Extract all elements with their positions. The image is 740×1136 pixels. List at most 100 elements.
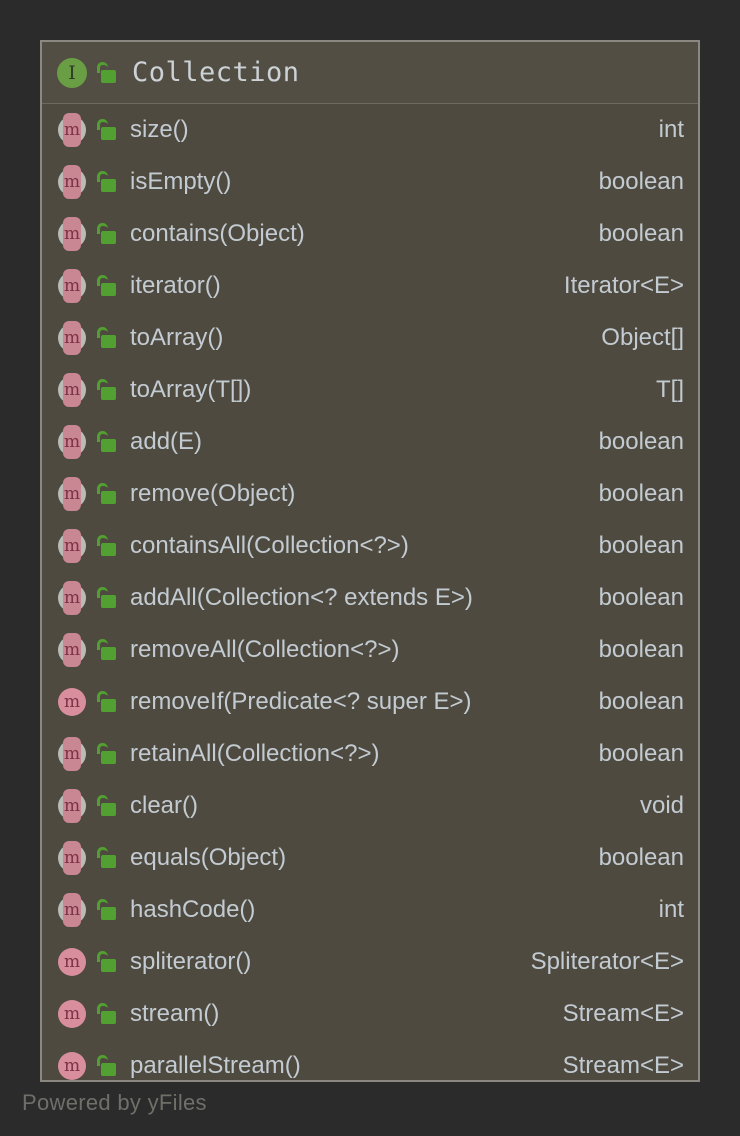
member-return-type: boolean <box>598 636 684 663</box>
padlock-body <box>101 751 116 764</box>
method-icon-letter: m <box>63 1004 81 1024</box>
unlocked-padlock-icon <box>94 323 120 353</box>
abstract-method-icon: m <box>54 268 90 304</box>
padlock-body <box>101 1011 116 1024</box>
member-row[interactable]: m toArray(T[]) T[] <box>42 364 698 416</box>
method-icon-letter: m <box>63 1056 81 1076</box>
padlock-body <box>101 907 116 920</box>
method-icon-letter: m <box>63 640 81 660</box>
padlock-body <box>101 855 116 868</box>
member-return-type: Stream<E> <box>562 1000 684 1027</box>
abstract-method-icon: m <box>54 892 90 928</box>
member-row[interactable]: m equals(Object) boolean <box>42 832 698 884</box>
class-name: Collection <box>132 57 300 88</box>
member-row[interactable]: m contains(Object) boolean <box>42 208 698 260</box>
member-return-type: boolean <box>598 428 684 455</box>
abstract-method-icon: m <box>54 736 90 772</box>
member-row[interactable]: m retainAll(Collection<?>) boolean <box>42 728 698 780</box>
member-row[interactable]: m stream() Stream<E> <box>42 988 698 1040</box>
member-row[interactable]: m removeAll(Collection<?>) boolean <box>42 624 698 676</box>
member-list: m size() int m isEmpty() boolean m contains(Obj… <box>42 104 698 1092</box>
member-signature: containsAll(Collection<?>) <box>130 532 409 559</box>
member-signature: toArray() <box>130 324 224 351</box>
method-icon-letter: m <box>63 328 81 348</box>
method-icon-letter: m <box>63 744 81 764</box>
abstract-method-icon: m <box>54 112 90 148</box>
uml-class-node[interactable]: I Collection m size() int m isEmpty() boolean… <box>40 40 700 1082</box>
member-row[interactable]: m parallelStream() Stream<E> <box>42 1040 698 1092</box>
unlocked-padlock-icon <box>94 583 120 613</box>
member-row[interactable]: m size() int <box>42 104 698 156</box>
method-icon: m <box>54 684 90 720</box>
abstract-method-icon: m <box>54 580 90 616</box>
padlock-body <box>101 439 116 452</box>
unlocked-padlock-icon <box>94 687 120 717</box>
member-signature: clear() <box>130 792 199 819</box>
member-signature: removeAll(Collection<?>) <box>130 636 400 663</box>
member-signature: isEmpty() <box>130 168 232 195</box>
member-return-type: T[] <box>656 376 684 403</box>
padlock-body <box>101 283 116 296</box>
member-row[interactable]: m toArray() Object[] <box>42 312 698 364</box>
unlocked-padlock-icon <box>94 947 120 977</box>
padlock-body <box>101 699 116 712</box>
member-return-type: Stream<E> <box>562 1052 684 1079</box>
member-signature: removeIf(Predicate<? super E>) <box>130 688 472 715</box>
abstract-method-icon: m <box>54 372 90 408</box>
member-row[interactable]: m clear() void <box>42 780 698 832</box>
padlock-body <box>101 543 116 556</box>
member-row[interactable]: m spliterator() Spliterator<E> <box>42 936 698 988</box>
padlock-body <box>101 179 116 192</box>
method-icon-letter: m <box>63 796 81 816</box>
member-signature: iterator() <box>130 272 221 299</box>
unlocked-padlock-icon <box>94 843 120 873</box>
member-signature: contains(Object) <box>130 220 305 247</box>
member-return-type: boolean <box>598 168 684 195</box>
padlock-body <box>101 231 116 244</box>
member-row[interactable]: m add(E) boolean <box>42 416 698 468</box>
member-row[interactable]: m addAll(Collection<? extends E>) boolean <box>42 572 698 624</box>
method-icon-letter: m <box>63 952 81 972</box>
method-icon-letter: m <box>63 588 81 608</box>
abstract-method-icon: m <box>54 528 90 564</box>
member-return-type: boolean <box>598 480 684 507</box>
method-icon-letter: m <box>63 536 81 556</box>
padlock-body <box>101 69 116 83</box>
member-row[interactable]: m hashCode() int <box>42 884 698 936</box>
member-row[interactable]: m remove(Object) boolean <box>42 468 698 520</box>
member-signature: stream() <box>130 1000 220 1027</box>
member-row[interactable]: m isEmpty() boolean <box>42 156 698 208</box>
unlocked-padlock-icon <box>94 219 120 249</box>
abstract-method-icon: m <box>54 164 90 200</box>
member-return-type: boolean <box>598 688 684 715</box>
unlocked-padlock-icon <box>94 115 120 145</box>
unlocked-padlock-icon <box>94 1051 120 1081</box>
method-icon-letter: m <box>63 848 81 868</box>
padlock-body <box>101 959 116 972</box>
member-return-type: Object[] <box>601 324 684 351</box>
unlocked-padlock-icon <box>94 791 120 821</box>
member-row[interactable]: m removeIf(Predicate<? super E>) boolean <box>42 676 698 728</box>
abstract-method-icon: m <box>54 424 90 460</box>
member-signature: size() <box>130 116 189 143</box>
method-icon-letter: m <box>63 900 81 920</box>
member-return-type: boolean <box>598 532 684 559</box>
abstract-method-icon: m <box>54 320 90 356</box>
member-return-type: int <box>658 116 684 143</box>
class-header[interactable]: I Collection <box>42 42 698 104</box>
member-return-type: Spliterator<E> <box>530 948 684 975</box>
unlocked-padlock-icon <box>94 999 120 1029</box>
method-icon-letter: m <box>63 432 81 452</box>
unlocked-padlock-icon <box>94 427 120 457</box>
padlock-body <box>101 803 116 816</box>
method-icon-letter: m <box>63 692 81 712</box>
unlocked-padlock-icon <box>94 635 120 665</box>
member-signature: addAll(Collection<? extends E>) <box>130 584 473 611</box>
member-signature: remove(Object) <box>130 480 296 507</box>
method-icon-letter: m <box>63 276 81 296</box>
member-signature: equals(Object) <box>130 844 287 871</box>
member-return-type: boolean <box>598 220 684 247</box>
member-row[interactable]: m containsAll(Collection<?>) boolean <box>42 520 698 572</box>
interface-icon: I <box>54 55 90 91</box>
member-row[interactable]: m iterator() Iterator<E> <box>42 260 698 312</box>
